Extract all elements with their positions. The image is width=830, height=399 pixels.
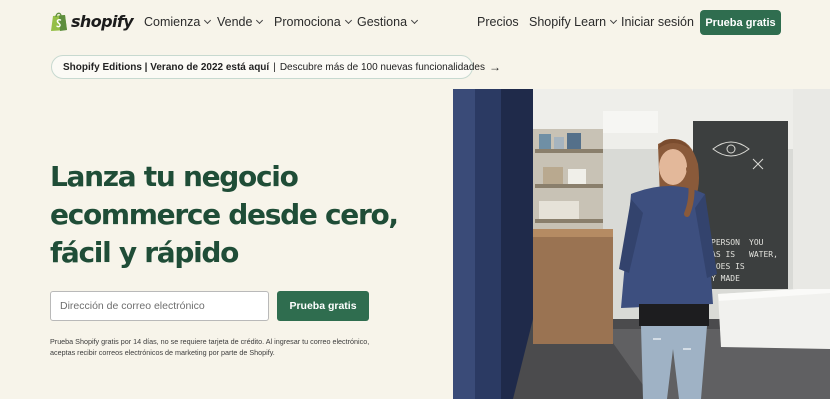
chevron-down-icon bbox=[344, 16, 352, 25]
banner-highlight: Shopify Editions | Verano de 2022 está a… bbox=[63, 61, 270, 73]
editions-banner[interactable]: Shopify Editions | Verano de 2022 está a… bbox=[51, 55, 501, 79]
board-text: AS IS bbox=[711, 250, 735, 259]
chevron-down-icon bbox=[204, 16, 212, 25]
shopping-bag-icon bbox=[51, 12, 67, 31]
shop-scene-illustration: PERSON YOU AS IS WATER, JOES IS Y MADE bbox=[453, 89, 830, 399]
pricing-link[interactable]: Precios bbox=[477, 15, 519, 29]
menu-comienza[interactable]: Comienza bbox=[144, 15, 212, 29]
menu-label: Gestiona bbox=[357, 15, 408, 29]
menu-shopify-learn[interactable]: Shopify Learn bbox=[529, 15, 618, 29]
email-field[interactable] bbox=[50, 291, 269, 321]
arrow-right-icon: → bbox=[488, 60, 501, 74]
shopify-logo[interactable]: shopify bbox=[50, 11, 134, 32]
banner-separator: | bbox=[273, 61, 276, 73]
chevron-down-icon bbox=[410, 16, 419, 25]
menu-label: Shopify Learn bbox=[529, 15, 607, 29]
menu-gestiona[interactable]: Gestiona bbox=[357, 15, 419, 29]
hero-free-trial-button[interactable]: Prueba gratis bbox=[277, 291, 369, 321]
menu-promociona[interactable]: Promociona bbox=[274, 15, 352, 29]
banner-text: Descubre más de 100 nuevas funcionalidad… bbox=[279, 61, 485, 73]
trial-disclaimer: Prueba Shopify gratis por 14 días, no se… bbox=[50, 337, 370, 357]
hero-title-line: Lanza tu negocio bbox=[50, 160, 299, 193]
menu-label: Promociona bbox=[274, 15, 341, 29]
chevron-down-icon bbox=[610, 16, 618, 25]
board-text: PERSON bbox=[711, 238, 740, 247]
board-text: YOU bbox=[749, 238, 764, 247]
menu-label: Comienza bbox=[144, 15, 201, 29]
login-link[interactable]: Iniciar sesión bbox=[621, 15, 694, 29]
hero-title-line: ecommerce desde cero, bbox=[50, 198, 399, 231]
free-trial-button[interactable]: Prueba gratis bbox=[700, 10, 781, 35]
hero-title-line: fácil y rápido bbox=[50, 236, 239, 269]
board-text: Y MADE bbox=[711, 274, 740, 283]
chevron-down-icon bbox=[256, 16, 264, 25]
menu-label: Vende bbox=[217, 15, 253, 29]
hero-title: Lanza tu negocio ecommerce desde cero, f… bbox=[50, 158, 430, 272]
top-navigation: shopify Comienza Vende Promociona Gestio… bbox=[0, 0, 830, 44]
menu-vende[interactable]: Vende bbox=[217, 15, 264, 29]
board-text: WATER, bbox=[749, 250, 778, 259]
hero-photo: PERSON YOU AS IS WATER, JOES IS Y MADE bbox=[453, 89, 830, 399]
logo-wordmark: shopify bbox=[71, 12, 134, 31]
